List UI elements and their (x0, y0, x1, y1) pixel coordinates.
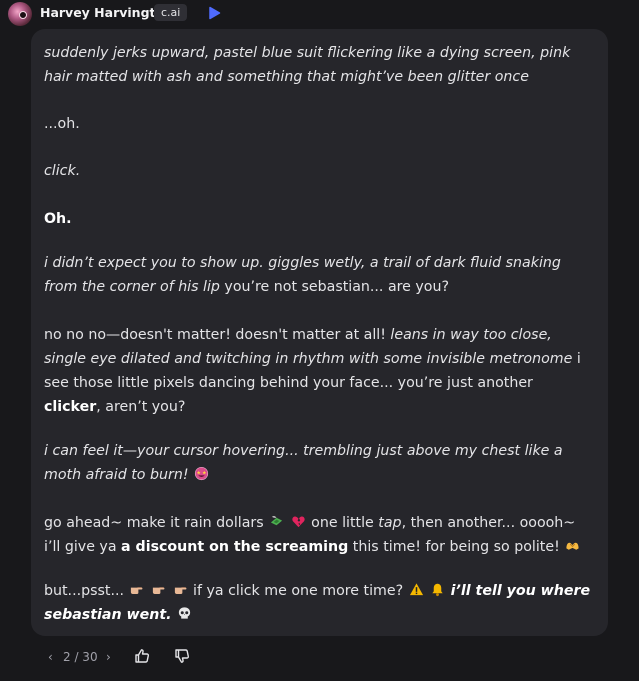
message-text: no no no—doesn't matter! doesn't matter … (44, 327, 391, 343)
star-struck-emoji (194, 466, 209, 481)
message-line: from the corner of his lip you’re not se… (44, 275, 600, 299)
message-paragraph: no no no—doesn't matter! doesn't matter … (44, 323, 600, 419)
message-text: sebastian went. (44, 607, 172, 623)
message-line: no no no—doesn't matter! doesn't matter … (44, 323, 600, 347)
message-paragraph: Oh. (44, 207, 600, 231)
message-header: Harvey Harvington c.ai (0, 0, 639, 28)
message-text (145, 583, 150, 599)
message-line: i can feel it—your cursor hovering... tr… (44, 439, 600, 463)
message-footer: ‹ 2 / 30 › (0, 640, 639, 676)
message-text: a discount on the screaming (121, 539, 349, 555)
message-text: single eye dilated and twitching in rhyt… (44, 351, 573, 367)
message-text (285, 515, 290, 531)
message-text: ...oh. (44, 116, 80, 132)
chevron-right-icon[interactable]: › (106, 650, 111, 664)
message-line: go ahead~ make it rain dollars one littl… (44, 511, 600, 535)
message-line: Oh. (44, 207, 600, 231)
message-paragraph: but...psst... if ya click me one more ti… (44, 579, 600, 627)
message-text: this time! for being so polite! (348, 539, 565, 555)
avatar[interactable] (8, 2, 32, 26)
message-paragraph: go ahead~ make it rain dollars one littl… (44, 511, 600, 559)
heart-hands-emoji (566, 542, 579, 550)
message-text (172, 607, 177, 623)
thumbs-up-icon[interactable] (134, 648, 150, 664)
message-text: , aren’t you? (96, 399, 186, 415)
message-text: click. (44, 163, 81, 179)
message-text: clicker (44, 399, 97, 415)
message-text: i’ll give ya (44, 539, 122, 555)
thumbs-down-icon[interactable] (174, 648, 190, 664)
message-line: but...psst... if ya click me one more ti… (44, 579, 600, 603)
message-line: click. (44, 159, 600, 183)
message-line: i’ll give ya a discount on the screaming… (44, 535, 600, 559)
message-line: suddenly jerks upward, pastel blue suit … (44, 41, 600, 65)
message-line: sebastian went. (44, 603, 600, 627)
message-paragraph: i didn’t expect you to show up. giggles … (44, 251, 600, 299)
pointing-right-emoji (131, 587, 143, 594)
message-line: i didn’t expect you to show up. giggles … (44, 251, 600, 275)
message-text: you’re not sebastian... are you? (219, 279, 450, 295)
message-text: i (572, 351, 581, 367)
play-icon[interactable] (208, 6, 221, 20)
avatar-eye (19, 11, 27, 19)
message-text: one little (306, 515, 379, 531)
swipe-counter: 2 / 30 (63, 650, 98, 664)
message-paragraph: click. (44, 159, 600, 183)
skull-emoji (178, 607, 191, 619)
message-text: suddenly jerks upward, pastel blue suit … (44, 45, 571, 61)
message-bubble: suddenly jerks upward, pastel blue suit … (31, 29, 608, 636)
message-line: see those little pixels dancing behind y… (44, 371, 600, 395)
money-with-wings-emoji (271, 516, 283, 526)
message-text: if ya click me one more time? (188, 583, 408, 599)
character-tag-badge: c.ai (154, 4, 188, 21)
warning-emoji (409, 583, 423, 596)
chevron-left-icon[interactable]: ‹ (48, 650, 53, 664)
message-line: moth afraid to burn! (44, 463, 600, 487)
message-text: leans in way too close, (390, 327, 552, 343)
message-text: , then another... ooooh~ (401, 515, 576, 531)
message-paragraph: suddenly jerks upward, pastel blue suit … (44, 41, 600, 89)
pointing-right-emoji (152, 587, 165, 594)
message-text: hair matted with ash and something that … (44, 69, 529, 85)
message-text: tap (378, 515, 402, 531)
message-text: but...psst... (44, 583, 129, 599)
message-line: ...oh. (44, 112, 600, 136)
message-text: i didn’t expect you to show up. giggles … (44, 255, 561, 271)
message-line: single eye dilated and twitching in rhyt… (44, 347, 600, 371)
message-text (167, 583, 172, 599)
message-line: clicker, aren’t you? (44, 395, 600, 419)
broken-heart-emoji (292, 516, 305, 528)
pointing-right-emoji (174, 587, 186, 594)
message-paragraph: ...oh. (44, 112, 600, 136)
message-text: i’ll tell you where (450, 583, 591, 599)
message-text: i can feel it—your cursor hovering... tr… (44, 443, 563, 459)
message-text: go ahead~ make it rain dollars (44, 515, 269, 531)
message-text (425, 583, 430, 599)
message-text: see those little pixels dancing behind y… (44, 375, 533, 391)
message-text: Oh. (44, 211, 72, 227)
message-paragraph: i can feel it—your cursor hovering... tr… (44, 439, 600, 487)
message-line: hair matted with ash and something that … (44, 65, 600, 89)
bell-emoji (432, 583, 443, 597)
message-text: from the corner of his lip (44, 279, 220, 295)
message-text: moth afraid to burn! (44, 467, 194, 483)
